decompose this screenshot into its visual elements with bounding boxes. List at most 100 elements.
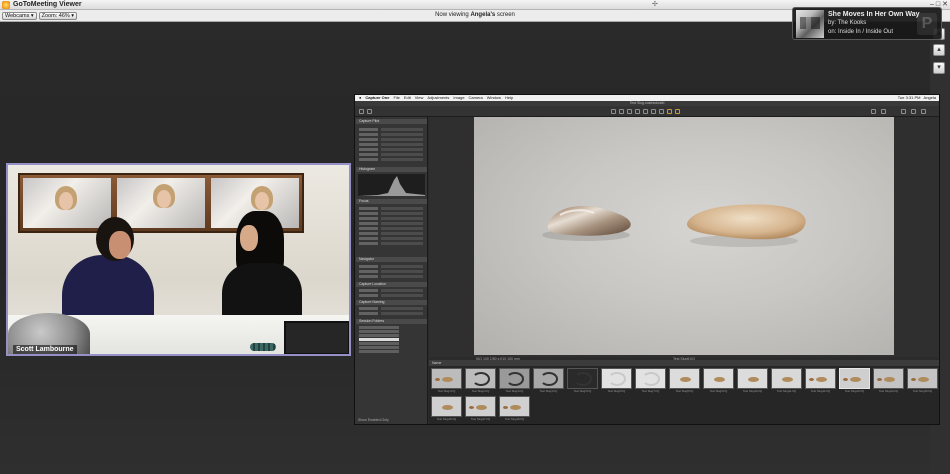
thumbnail-label: Test Slug7.IIQ bbox=[641, 390, 660, 393]
annotate-tool-icon bbox=[675, 109, 680, 114]
person-left-face bbox=[109, 231, 131, 259]
thumbnail[interactable] bbox=[533, 368, 564, 389]
presenter-screen-name: Angela's bbox=[470, 12, 496, 18]
thumbnail-label: Test Slug13.IIQ bbox=[844, 390, 865, 393]
thumbnail[interactable] bbox=[873, 368, 904, 389]
panel-row bbox=[359, 217, 423, 220]
thumbnail[interactable] bbox=[737, 368, 768, 389]
panel-row bbox=[359, 143, 423, 146]
album-line: on: Inside In / Inside Out bbox=[828, 29, 894, 35]
thumb-cord bbox=[642, 372, 660, 386]
wall-photo bbox=[117, 178, 205, 228]
close-button[interactable]: ✕ bbox=[942, 0, 948, 10]
exposure-warning-icon bbox=[901, 109, 906, 114]
thumbnail[interactable] bbox=[907, 368, 938, 389]
thumbnail[interactable] bbox=[805, 368, 836, 389]
photo-face bbox=[255, 192, 269, 210]
thumbnail[interactable] bbox=[499, 396, 530, 417]
panel-row bbox=[359, 222, 423, 225]
thumb-stone bbox=[469, 405, 487, 410]
image-viewer[interactable]: ISO 100 1/50 s f/10 100 mm Test Slug9.II… bbox=[429, 117, 939, 361]
proof-view-icon bbox=[881, 109, 886, 114]
settings-icon bbox=[921, 109, 926, 114]
thumb-cord bbox=[608, 372, 626, 386]
viewing-prefix: Now viewing bbox=[435, 12, 471, 18]
thumbnail-label: Test Slug8.IIQ bbox=[675, 390, 694, 393]
panel-row bbox=[359, 133, 423, 136]
spot-tool-icon bbox=[659, 109, 664, 114]
thumbnail[interactable] bbox=[771, 368, 802, 389]
capture-one-toolbar bbox=[355, 106, 939, 117]
thumbnail[interactable] bbox=[601, 368, 632, 389]
now-playing-notification[interactable]: She Moves In Her Own Way by: The Kooks o… bbox=[792, 7, 942, 40]
thumb-stone bbox=[911, 377, 929, 382]
thumbnail[interactable] bbox=[431, 396, 462, 417]
panel-capture-naming[interactable]: Capture Naming bbox=[356, 300, 427, 305]
scroll-down-button[interactable]: ▾ bbox=[933, 62, 945, 74]
folder-tree-item[interactable] bbox=[359, 346, 399, 349]
folder-tree-item[interactable] bbox=[359, 342, 399, 345]
thumb-cord bbox=[574, 372, 592, 386]
thumbnail[interactable] bbox=[635, 368, 666, 389]
sort-label[interactable]: Name bbox=[432, 361, 441, 365]
thumbnail-label: Test Slug9.IIQ bbox=[709, 390, 728, 393]
panel-histogram[interactable]: Histogram bbox=[356, 167, 427, 172]
viewing-suffix: screen bbox=[495, 12, 515, 18]
folder-tree-item-selected[interactable] bbox=[359, 338, 399, 341]
pan-tool-icon bbox=[619, 109, 624, 114]
thumb-stone bbox=[809, 377, 827, 382]
white-balance-tool-icon bbox=[667, 109, 672, 114]
thumbnail[interactable] bbox=[465, 396, 496, 417]
panel-row bbox=[359, 153, 423, 156]
thumbnail[interactable] bbox=[499, 368, 530, 389]
thumbnail[interactable] bbox=[703, 368, 734, 389]
panel-navigator[interactable]: Navigator bbox=[356, 257, 427, 262]
show-enabled-only-toggle[interactable]: Show Enabled Only bbox=[355, 417, 428, 424]
thumbnail-label: Test Slug11.IIQ bbox=[777, 390, 796, 393]
thumbnail-label: Test Slug18.IIQ bbox=[504, 418, 525, 421]
presenter-name-label: Scott Lambourne bbox=[13, 345, 77, 354]
thumb-stone bbox=[877, 377, 895, 382]
cursor-tool-icon bbox=[611, 109, 616, 114]
shared-screen[interactable]: ● Capture One File Edit View Adjustments… bbox=[354, 94, 940, 425]
grid-view-icon bbox=[871, 109, 876, 114]
edit-icon bbox=[911, 109, 916, 114]
panel-row bbox=[359, 207, 423, 210]
thumb-stone bbox=[442, 405, 453, 410]
thumb-stone bbox=[714, 377, 725, 382]
jewelry-stones-photo bbox=[542, 204, 806, 247]
thumbnail[interactable] bbox=[431, 368, 462, 389]
thumb-cord bbox=[506, 372, 524, 386]
player-badge-icon: P bbox=[917, 13, 937, 35]
thumbnail-label: Test Slug6.IIQ bbox=[607, 390, 626, 393]
thumbnail-label: Test Slug5.IIQ bbox=[573, 390, 592, 393]
thumbnail-label: Test Slug2.IIQ bbox=[471, 390, 490, 393]
thumbnail[interactable] bbox=[465, 368, 496, 389]
folder-tree-item[interactable] bbox=[359, 326, 399, 329]
rotate-tool-icon bbox=[643, 109, 648, 114]
thumb-stone bbox=[782, 377, 793, 382]
panel-row bbox=[359, 275, 423, 278]
folder-tree-item[interactable] bbox=[359, 334, 399, 337]
thumbnail-label: Test Slug3.IIQ bbox=[505, 390, 524, 393]
webcam-feed[interactable]: Scott Lambourne bbox=[6, 163, 351, 356]
panel-session-folders[interactable]: Session Folders bbox=[356, 319, 427, 324]
library-tool-icon bbox=[359, 109, 364, 114]
keystone-tool-icon bbox=[651, 109, 656, 114]
thumbnail[interactable] bbox=[567, 368, 598, 389]
panel-capture-location[interactable]: Capture Location bbox=[356, 282, 427, 287]
panel-capture-pilot[interactable]: Capture Pilot bbox=[356, 119, 427, 124]
thumbnail-label: Test Slug17.IIQ bbox=[470, 418, 491, 421]
pin-icon[interactable]: ✢ bbox=[652, 0, 658, 9]
folder-tree-item[interactable] bbox=[359, 350, 399, 353]
folder-tree-item[interactable] bbox=[359, 330, 399, 333]
thumbnail-selected[interactable] bbox=[839, 368, 870, 389]
thumb-stone bbox=[503, 405, 521, 410]
thumbnail-label: Test Slug12.IIQ bbox=[810, 390, 831, 393]
panel-row bbox=[359, 265, 423, 268]
thumbnail[interactable] bbox=[669, 368, 700, 389]
scroll-page-up-button[interactable]: ▴ bbox=[933, 44, 945, 56]
panel-row bbox=[359, 242, 423, 245]
capture-tool-icon bbox=[367, 109, 372, 114]
panel-focus[interactable]: Focus bbox=[356, 199, 427, 204]
